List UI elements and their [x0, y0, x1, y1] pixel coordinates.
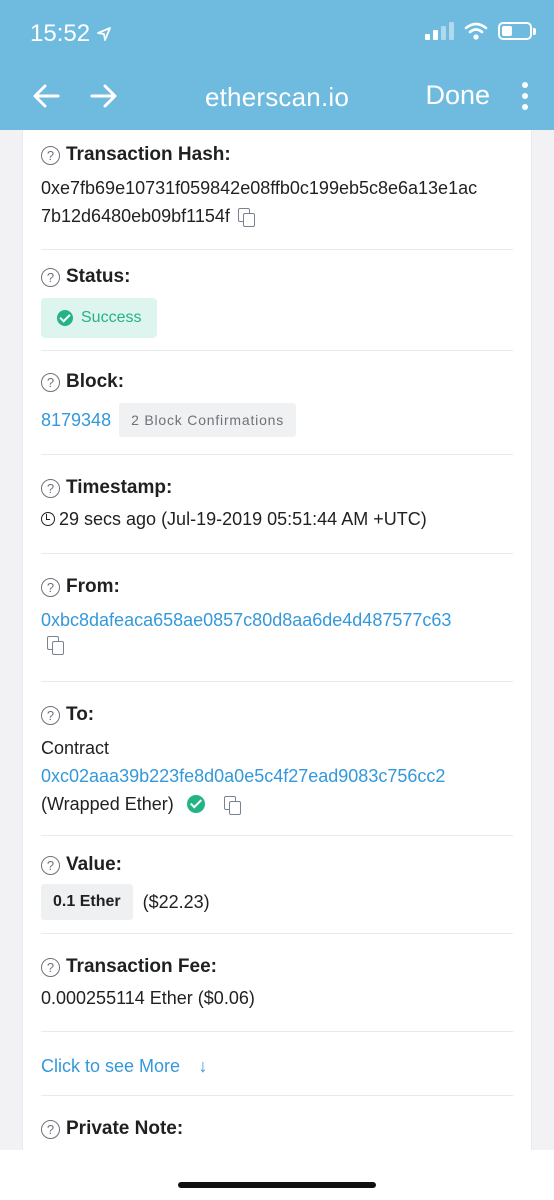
more-options-icon[interactable]	[520, 82, 530, 110]
to-section: ? To: Contract 0xc02aaa39b223fe8d0a0e5c4…	[41, 682, 513, 836]
help-question-icon[interactable]: ?	[41, 1119, 60, 1139]
help-question-icon[interactable]: ?	[41, 372, 60, 392]
help-question-icon[interactable]: ?	[41, 478, 60, 498]
copy-icon[interactable]	[223, 796, 241, 816]
from-label: ? From:	[41, 576, 513, 598]
block-number-link[interactable]: 8179348	[41, 406, 111, 434]
copy-icon[interactable]	[47, 636, 64, 655]
help-question-icon[interactable]: ?	[41, 267, 60, 287]
timestamp-label: ? Timestamp:	[41, 477, 513, 499]
wifi-icon	[464, 22, 488, 40]
verified-check-icon	[186, 795, 205, 813]
help-question-icon[interactable]: ?	[41, 145, 60, 165]
transaction-details-card: ? Transaction Hash: 0xe7fb69e10731f05984…	[22, 130, 532, 1150]
arrow-down-icon[interactable]: ↓	[199, 1056, 208, 1077]
battery-icon	[498, 22, 536, 40]
see-more-section: Click to see More ↓	[41, 1032, 513, 1096]
to-address-link[interactable]: 0xc02aaa39b223fe8d0a0e5c4f27ead9083c756c…	[41, 762, 513, 790]
done-button[interactable]: Done	[425, 80, 490, 111]
transaction-hash-value: 0xe7fb69e10731f059842e08ffb0c199eb5c8e6a…	[41, 178, 478, 228]
copy-icon[interactable]	[237, 208, 255, 228]
location-arrow-icon	[97, 27, 111, 41]
clock-icon	[41, 512, 55, 526]
status-label: ? Status:	[41, 266, 513, 288]
to-label: ? To:	[41, 704, 513, 726]
check-circle-icon	[57, 310, 73, 326]
browser-nav-row: etherscan.io Done	[0, 72, 554, 120]
block-label: ? Block:	[41, 371, 513, 393]
from-address-link[interactable]: 0xbc8dafeaca658ae0857c80d8aa6de4d487577c…	[41, 606, 513, 634]
block-section: ? Block: 8179348 2 Block Confirmations	[41, 351, 513, 455]
transaction-hash-label: ? Transaction Hash:	[41, 144, 513, 166]
transaction-fee-label: ? Transaction Fee:	[41, 956, 513, 978]
status-indicators	[425, 22, 536, 40]
transaction-hash-section: ? Transaction Hash: 0xe7fb69e10731f05984…	[41, 130, 513, 250]
to-contract-prefix: Contract	[41, 738, 110, 758]
cellular-signal-icon	[425, 22, 454, 40]
value-label: ? Value:	[41, 854, 513, 876]
transaction-fee-value: 0.000255114 Ether ($0.06)	[41, 988, 255, 1008]
timestamp-section: ? Timestamp: 29 secs ago (Jul-19-2019 05…	[41, 455, 513, 554]
status-time: 15:52	[30, 20, 112, 48]
click-to-see-more-link[interactable]: Click to see More	[41, 1056, 180, 1076]
value-amount-badge: 0.1 Ether	[41, 884, 133, 920]
home-indicator[interactable]	[178, 1182, 376, 1188]
help-question-icon[interactable]: ?	[41, 705, 60, 725]
help-question-icon[interactable]: ?	[41, 957, 60, 977]
help-question-icon[interactable]: ?	[41, 577, 60, 597]
block-confirmations-badge: 2 Block Confirmations	[119, 403, 297, 437]
private-note-label: ? Private Note:	[41, 1118, 513, 1140]
private-note-section: ? Private Note:	[41, 1096, 513, 1140]
browser-top-bar: 15:52 etherscan.io Done	[0, 0, 554, 130]
help-question-icon[interactable]: ?	[41, 855, 60, 875]
value-usd: ($22.23)	[142, 892, 210, 912]
timestamp-value: 29 secs ago (Jul-19-2019 05:51:44 AM +UT…	[41, 505, 513, 533]
home-indicator-area	[0, 1150, 554, 1200]
to-contract-name: (Wrapped Ether)	[41, 790, 513, 818]
from-section: ? From: 0xbc8dafeaca658ae0857c80d8aa6de4…	[41, 554, 513, 682]
status-section: ? Status: Success	[41, 250, 513, 351]
transaction-fee-section: ? Transaction Fee: 0.000255114 Ether ($0…	[41, 934, 513, 1032]
value-section: ? Value: 0.1 Ether ($22.23)	[41, 836, 513, 934]
clock-text: 15:52	[30, 20, 91, 47]
status-badge: Success	[41, 298, 158, 338]
